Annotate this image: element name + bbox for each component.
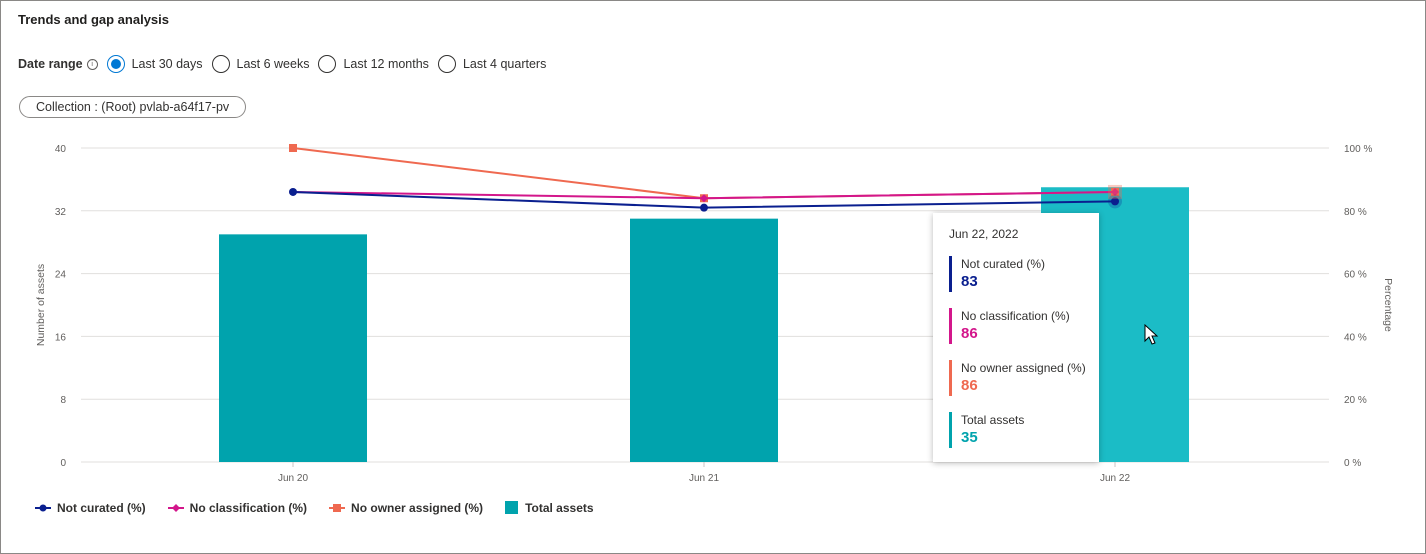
- tooltip-item-value: 86: [961, 325, 978, 342]
- y-tick-label: 40: [55, 144, 67, 155]
- bar: [219, 234, 367, 462]
- y2-tick-label: 40 %: [1344, 332, 1367, 343]
- mouse-pointer-icon: [1144, 324, 1159, 345]
- y2-tick-label: 0 %: [1344, 458, 1361, 469]
- y-tick-label: 0: [60, 458, 66, 469]
- tooltip-item-label: No classification (%): [961, 309, 1070, 323]
- y-axis-title: Number of assets: [35, 264, 47, 346]
- tooltip-item: Total assets 35: [949, 412, 1099, 448]
- y2-tick-label: 60 %: [1344, 270, 1367, 281]
- legend-label: Total assets: [525, 501, 594, 515]
- y2-axis-title: Percentage: [1382, 278, 1394, 332]
- legend-item[interactable]: No owner assigned (%): [329, 501, 483, 515]
- y2-tick-label: 80 %: [1344, 207, 1367, 218]
- data-point: [289, 187, 297, 196]
- legend-item[interactable]: No classification (%): [167, 501, 308, 515]
- series-line: [292, 147, 1116, 200]
- tooltip-item-label: Total assets: [961, 413, 1025, 427]
- tooltip-item-value: 86: [961, 377, 978, 394]
- legend-label: No owner assigned (%): [351, 501, 484, 515]
- tooltip-item-label: No owner assigned (%): [961, 361, 1086, 375]
- data-point: [289, 144, 297, 152]
- legend-marker-icon: [167, 504, 184, 512]
- legend-label: Not curated (%): [57, 501, 146, 515]
- bar: [630, 218, 778, 462]
- tooltip-item: No classification (%) 86: [949, 308, 1099, 344]
- legend-marker-icon: [329, 504, 346, 512]
- tooltip-item-value: 83: [961, 273, 978, 290]
- x-tick-label: Jun 22: [1100, 473, 1130, 484]
- tooltip-item-label: Not curated (%): [961, 257, 1046, 271]
- y-tick-label: 32: [55, 207, 67, 218]
- y2-tick-label: 100 %: [1344, 144, 1372, 155]
- legend-item[interactable]: Not curated (%): [35, 501, 146, 515]
- y-tick-label: 24: [55, 270, 67, 281]
- chart-tooltip: Jun 22, 2022 Not curated (%) 83 No classif…: [933, 213, 1099, 462]
- tooltip-item: Not curated (%) 83: [949, 256, 1099, 292]
- tooltip-item-value: 35: [961, 429, 978, 446]
- tooltip-date: Jun 22, 2022: [949, 227, 1019, 241]
- legend-marker-icon: [35, 504, 51, 512]
- legend-marker-icon: [505, 501, 519, 514]
- legend-label: No classification (%): [189, 501, 308, 515]
- legend-item[interactable]: Total assets: [505, 501, 594, 515]
- trends-chart: 0 0 % 8 20 % 16 40 % 24 60 % 32 80 % 40 100 % Jun 20…: [35, 144, 1394, 484]
- y-tick-label: 8: [60, 395, 66, 406]
- x-tick-label: Jun 20: [278, 473, 308, 484]
- x-tick-label: Jun 21: [689, 473, 719, 484]
- y-tick-label: 16: [55, 332, 67, 343]
- line-series: [289, 144, 1122, 212]
- chart-legend: Not curated (%) No classification (%) No o…: [35, 501, 616, 515]
- hover-halo: [1108, 184, 1122, 199]
- tooltip-item: No owner assigned (%) 86: [949, 360, 1099, 396]
- data-point: [700, 203, 708, 212]
- trends-panel: Trends and gap analysis Date range i Las…: [0, 0, 1426, 554]
- y2-tick-label: 20 %: [1344, 395, 1367, 406]
